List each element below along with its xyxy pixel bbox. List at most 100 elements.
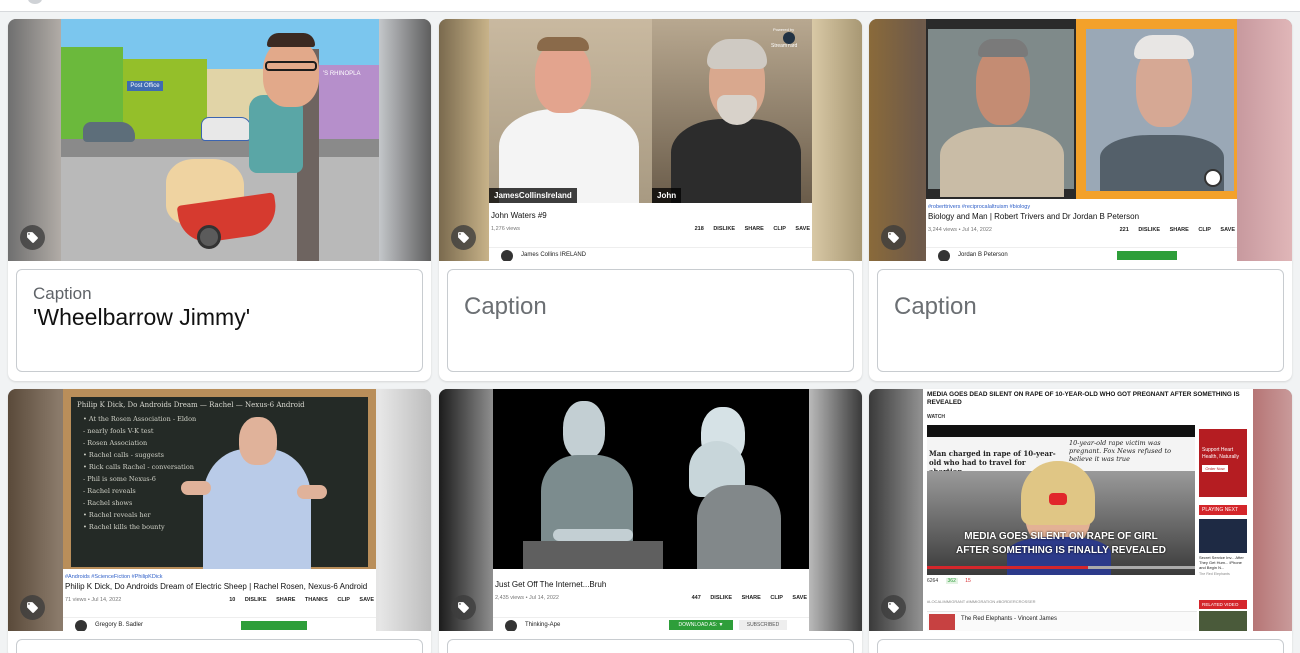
tag-button[interactable]: [451, 595, 476, 620]
video-views: 3,244 views • Jul 14, 2022: [928, 227, 992, 233]
share-label: SHARE: [741, 595, 761, 601]
caption-placeholder[interactable]: Caption: [464, 293, 547, 321]
image-thumbnail[interactable]: Powered by StreamYard JamesCollinsIrelan…: [439, 19, 862, 261]
clip-label: CLIP: [773, 226, 786, 232]
tag-icon: [27, 232, 38, 243]
related-video-thumb: [1199, 611, 1247, 631]
speaker-name-left: JamesCollinsIreland: [489, 188, 577, 203]
like-count: 447: [691, 595, 701, 601]
dislike-count: 15: [965, 578, 971, 584]
caption-field[interactable]: [16, 639, 423, 653]
image-thumbnail[interactable]: Philip K Dick, Do Androids Dream — Rache…: [8, 389, 431, 631]
channel-name: Gregory B. Sadler: [95, 622, 144, 628]
caption-field[interactable]: [877, 639, 1284, 653]
image-thumbnail[interactable]: Just Get Off The Internet...Bruh 2,435 v…: [439, 389, 862, 631]
streamyard-badge: StreamYard: [771, 43, 798, 49]
clip-label: CLIP: [1198, 227, 1211, 233]
next-video-channel: The Red Elephants: [1199, 572, 1230, 576]
image-card[interactable]: Post Office 'S RHINOPLA Caption 'Wheelba…: [8, 19, 431, 381]
video-title: John Waters #9: [491, 211, 547, 220]
channel-row: Thinking-Ape DOWNLOAD AS: ▼ SUBSCRIBED: [493, 617, 809, 631]
channel-avatar: [501, 250, 513, 261]
post-office-sign: Post Office: [127, 81, 163, 91]
dislike-label: DISLIKE: [710, 595, 733, 601]
article-headline-2: 10-year-old rape victim was pregnant. Fo…: [1069, 439, 1172, 463]
image-card[interactable]: Just Get Off The Internet...Bruh 2,435 v…: [439, 389, 862, 653]
tag-button[interactable]: [881, 595, 906, 620]
top-bar: [0, 0, 1300, 12]
dislike-label: DISLIKE: [713, 226, 736, 232]
clip-label: CLIP: [337, 597, 350, 603]
tag-icon: [888, 602, 899, 613]
video-banner-2: AFTER SOMETHING IS FINALLY REVEALED: [955, 545, 1167, 556]
channel-avatar: [505, 620, 517, 631]
save-label: SAVE: [359, 597, 374, 603]
channel-name: Jordan B Peterson: [958, 252, 1008, 258]
channel-row: Jordan B Peterson: [926, 247, 1237, 261]
tag-icon: [888, 232, 899, 243]
ad-text: Support Heart Health, Naturally: [1202, 447, 1239, 460]
streamyard-badge-top: Powered by: [773, 27, 795, 32]
playing-next-label: PLAYING NEXT: [1199, 505, 1247, 515]
chalkboard-title: Philip K Dick, Do Androids Dream — Rache…: [77, 401, 305, 409]
share-label: SHARE: [276, 597, 296, 603]
share-label: SHARE: [1169, 227, 1189, 233]
subscribed-button: SUBSCRIBED: [739, 620, 787, 630]
video-views: 71 views • Jul 14, 2022: [65, 597, 122, 603]
caption-label: Caption: [33, 284, 92, 303]
caption-placeholder[interactable]: Caption: [894, 293, 977, 321]
channel-logo: [929, 614, 955, 630]
video-tags: #roberttrivers #reciprocalaltruism #biol…: [928, 204, 1031, 210]
like-count: 362: [945, 578, 958, 584]
image-thumbnail[interactable]: MEDIA GOES DEAD SILENT ON RAPE OF 10-YEA…: [869, 389, 1292, 631]
caption-field[interactable]: Caption: [447, 269, 854, 372]
caption-field[interactable]: Caption 'Wheelbarrow Jimmy': [16, 269, 423, 372]
video-actions: 221 DISLIKE SHARE CLIP SAVE: [1112, 227, 1235, 233]
cartoon-image: Post Office 'S RHINOPLA: [61, 19, 379, 261]
caption-field[interactable]: [447, 639, 854, 653]
video-actions: 447 DISLIKE SHARE CLIP SAVE: [684, 595, 807, 601]
tag-button[interactable]: [881, 225, 906, 250]
page-headline: MEDIA GOES DEAD SILENT ON RAPE OF 10-YEA…: [927, 391, 1240, 406]
related-video-label: RELATED VIDEO: [1199, 600, 1247, 609]
tag-button[interactable]: [451, 225, 476, 250]
share-label: SHARE: [744, 226, 764, 232]
video-player: Man charged in rape of 10-year-old who h…: [927, 425, 1195, 575]
hashtags: #LOCALIMMIGRANT #IMMIGRATION #BORDERCROS…: [927, 599, 1036, 604]
dislike-label: DISLIKE: [1138, 227, 1161, 233]
download-button-fragment: [1117, 251, 1177, 260]
dislike-label: DISLIKE: [244, 597, 267, 603]
like-count: 10: [229, 597, 236, 603]
image-card[interactable]: #roberttrivers #reciprocalaltruism #biol…: [869, 19, 1292, 381]
video-screenshot: Philip K Dick, Do Androids Dream — Rache…: [63, 389, 376, 631]
video-tags: #Androids #ScienceFiction #PhilipKDick: [65, 574, 163, 580]
image-thumbnail[interactable]: #roberttrivers #reciprocalaltruism #biol…: [869, 19, 1292, 261]
download-button-fragment: [241, 621, 307, 630]
video-title: Biology and Man | Robert Trivers and Dr …: [928, 212, 1140, 221]
image-thumbnail[interactable]: Post Office 'S RHINOPLA: [8, 19, 431, 261]
tag-icon: [458, 232, 469, 243]
tag-button[interactable]: [20, 225, 45, 250]
image-card[interactable]: Powered by StreamYard JamesCollinsIrelan…: [439, 19, 862, 381]
channel-row: James Collins IRELAND: [489, 247, 812, 261]
like-count: 218: [694, 226, 704, 232]
like-count: 221: [1119, 227, 1129, 233]
caption-value[interactable]: 'Wheelbarrow Jimmy': [33, 304, 250, 331]
video-views: 1,276 views: [491, 226, 521, 232]
video-actions: 10 DISLIKE SHARE THANKS CLIP SAVE: [221, 597, 374, 603]
caption-field[interactable]: Caption: [877, 269, 1284, 372]
next-video-title: Secret Service Inv... After They Get Hum…: [1199, 555, 1244, 570]
image-card[interactable]: MEDIA GOES DEAD SILENT ON RAPE OF 10-YEA…: [869, 389, 1292, 653]
store-sign: 'S RHINOPLA: [323, 71, 361, 77]
image-card[interactable]: Philip K Dick, Do Androids Dream — Rache…: [8, 389, 431, 653]
save-label: SAVE: [795, 226, 810, 232]
tag-icon: [27, 602, 38, 613]
channel-name: Thinking-Ape: [525, 622, 561, 628]
tag-button[interactable]: [20, 595, 45, 620]
channel-logo-icon: [1204, 169, 1222, 187]
channel-name: The Red Elephants - Vincent James: [961, 616, 1057, 622]
video-banner-1: MEDIA GOES SILENT ON RAPE OF GIRL: [964, 531, 1158, 542]
speaker-name-right: John: [652, 188, 682, 203]
video-screenshot: #roberttrivers #reciprocalaltruism #biol…: [926, 19, 1237, 261]
side-ad: Support Heart Health, Naturally Order No…: [1199, 429, 1247, 497]
